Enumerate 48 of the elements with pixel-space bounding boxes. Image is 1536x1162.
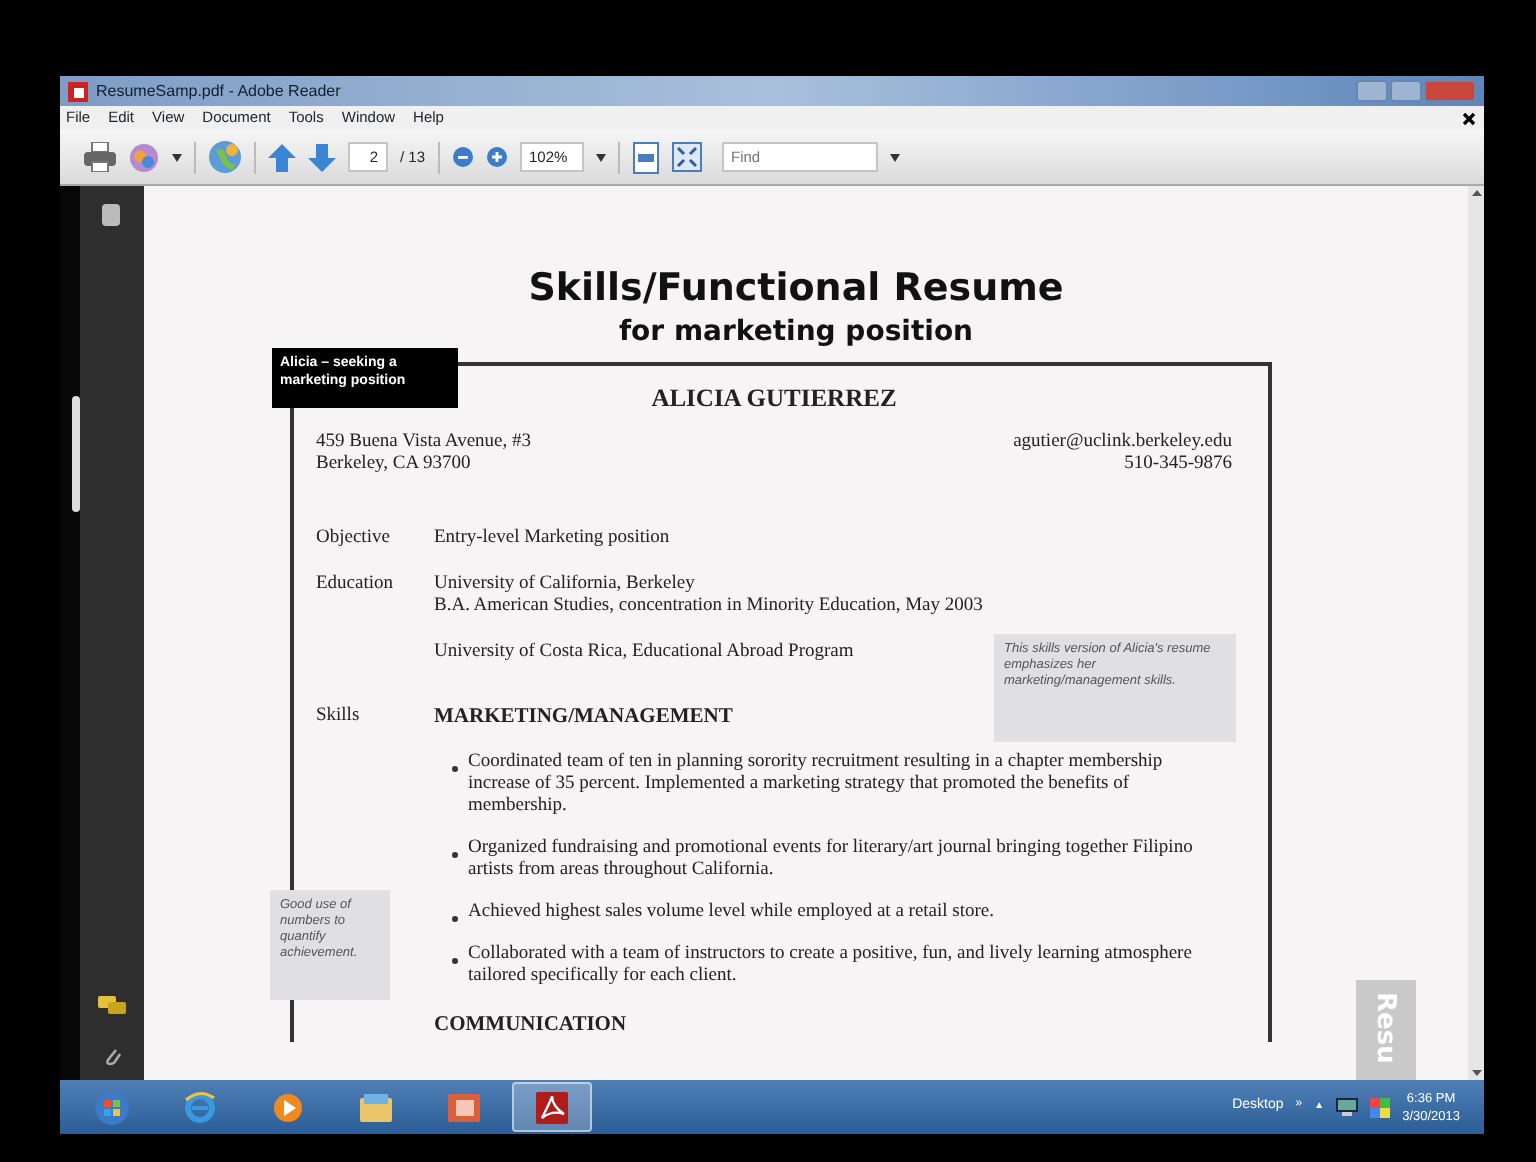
start-orb-icon: [94, 1089, 130, 1125]
zoom-in-icon[interactable]: [485, 146, 508, 168]
section-text: B.A. American Studies, concentration in Minority Education, May 2003: [434, 596, 983, 618]
fit-page-icon[interactable]: [631, 141, 660, 173]
globe-icon[interactable]: [208, 140, 242, 174]
caret-icon[interactable]: [172, 153, 182, 161]
section-text: University of California, Berkeley: [434, 574, 697, 596]
caret-icon[interactable]: [595, 153, 606, 161]
address-line: Berkeley, CA 93700: [316, 454, 473, 476]
network-icon[interactable]: [1336, 1098, 1359, 1116]
section-label: Objective: [316, 528, 390, 548]
section-heading: COMMUNICATION: [434, 1014, 629, 1036]
print-icon[interactable]: [84, 142, 116, 172]
section-text: University of Costa Rica, Educational Abroad Program: [434, 642, 854, 664]
section-label: Education: [316, 574, 394, 594]
comments-icon[interactable]: [98, 996, 126, 1016]
window-title: ResumeSamp.pdf - Adobe Reader: [96, 79, 341, 103]
resume-name: ALICIA GUTIERREZ: [649, 384, 899, 412]
scroll-down-icon[interactable]: [1471, 1070, 1481, 1076]
up-arrow-icon[interactable]: [268, 143, 296, 171]
section-heading: MARKETING/MANAGEMENT: [434, 706, 733, 728]
full-screen-icon[interactable]: [671, 142, 702, 172]
flag-icon[interactable]: [1370, 1097, 1391, 1117]
slides-icon: [446, 1089, 482, 1125]
panel-handle[interactable]: [72, 396, 80, 512]
media-player-icon: [270, 1089, 306, 1125]
contact-line: 510-345-9876: [1122, 454, 1232, 476]
pdf-icon: [68, 81, 88, 101]
taskbar-button[interactable]: [512, 1082, 592, 1132]
bullet-text: Organized fundraising and promotional events for literary/art journal bringing together Filipino artists from areas throughout California.: [468, 838, 1195, 882]
document-title: Skills/Functional Resume: [526, 266, 1066, 310]
caret-icon[interactable]: [889, 153, 900, 161]
document-subtitle: for marketing position: [616, 314, 976, 350]
browser-icon: [182, 1089, 218, 1125]
section-text: Entry-level Marketing position: [434, 528, 670, 550]
section-label: Skills: [316, 706, 360, 726]
folder-icon: [358, 1089, 394, 1125]
pdf-icon: [534, 1089, 570, 1125]
close-icon[interactable]: [1462, 111, 1476, 125]
contact-line: agutier@uclink.berkeley.edu: [1013, 432, 1232, 454]
address-line: 459 Buena Vista Avenue, #3: [316, 432, 532, 454]
zoom-out-icon[interactable]: [451, 146, 474, 168]
bullet-text: Coordinated team of ten in planning sorority recruitment resulting in a chapter membership increase of 35 percent. Implemented a marketing strategy that promoted the benefits of membership.: [468, 752, 1165, 818]
down-arrow-icon[interactable]: [308, 143, 336, 171]
scroll-up-icon[interactable]: [1471, 190, 1481, 196]
paperclip-icon[interactable]: [102, 1044, 122, 1068]
bullet-text: Achieved highest sales volume level while employed at a retail store.: [468, 902, 997, 924]
bullet-text: Collaborated with a team of instructors to create a positive, fun, and lively learning atmosphere tailored specifically for each client.: [468, 944, 1194, 988]
